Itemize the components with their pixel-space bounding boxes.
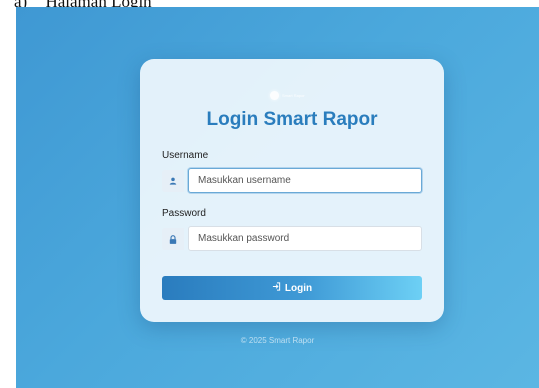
footer-copyright: © 2025 Smart Rapor <box>240 336 315 345</box>
logo-text: Smart Rapor <box>282 92 305 98</box>
password-label: Password <box>162 208 206 219</box>
username-input[interactable] <box>188 168 422 193</box>
login-page: Smart Rapor Login Smart Rapor Username P… <box>16 7 539 388</box>
lock-icon <box>162 228 184 250</box>
password-input[interactable] <box>188 226 422 251</box>
logo-mark-icon <box>270 90 279 100</box>
login-button[interactable]: Login <box>162 276 422 300</box>
login-button-label: Login <box>284 282 313 294</box>
username-label: Username <box>162 150 209 161</box>
login-card: Smart Rapor Login Smart Rapor Username P… <box>140 59 444 322</box>
logo: Smart Rapor <box>270 90 314 100</box>
user-icon <box>162 170 184 192</box>
sign-in-icon <box>272 282 281 294</box>
page-title: Login Smart Rapor <box>206 109 378 130</box>
